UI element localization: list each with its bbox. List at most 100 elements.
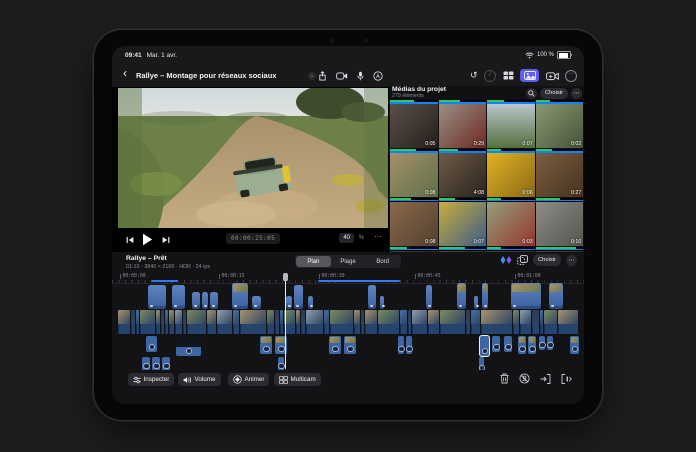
media-thumbnail-rally-car-on-track[interactable]: 0:07 (487, 100, 535, 148)
skip-forward-icon[interactable] (162, 236, 170, 244)
search-icon[interactable] (526, 88, 537, 99)
title-clip[interactable] (457, 283, 466, 309)
voiceover-icon[interactable]: A (373, 71, 383, 81)
camera-record-icon[interactable] (336, 72, 348, 80)
back-button[interactable]: ‹ (123, 66, 127, 80)
storyline-clip[interactable] (365, 310, 377, 334)
title-clip[interactable] (294, 285, 303, 309)
media-thumbnail-green-car[interactable]: 0:02 (536, 100, 584, 148)
share-icon[interactable] (318, 71, 327, 81)
storyline-clip[interactable] (428, 310, 439, 334)
animate-button[interactable]: Animer (228, 373, 269, 386)
media-thumbnail-barn-roof-structure[interactable]: 4:08 (439, 149, 487, 197)
title-clip[interactable] (202, 292, 208, 309)
audio-clip[interactable] (528, 336, 536, 354)
storyline-clip[interactable] (267, 310, 274, 334)
title-clip[interactable] (308, 296, 313, 309)
browser-media-button[interactable] (520, 69, 539, 82)
audio-clip[interactable] (479, 357, 484, 370)
storyline-clip[interactable] (544, 310, 557, 334)
title-clip[interactable] (252, 296, 261, 309)
audio-clip[interactable] (344, 336, 356, 354)
storyline-clip[interactable] (275, 310, 279, 334)
history-undo-icon[interactable]: ↺ (470, 70, 478, 81)
title-clip[interactable] (368, 285, 376, 309)
multiview-icon[interactable] (503, 71, 514, 80)
volume-button[interactable]: Volume (178, 373, 221, 386)
media-thumbnail-garage-wall[interactable]: 0:27 (536, 149, 584, 197)
audio-clip[interactable] (146, 336, 157, 352)
media-thumbnail-rally-car-dirt[interactable]: 0:08 (390, 149, 438, 197)
audio-clip[interactable] (518, 336, 526, 354)
audio-clip[interactable] (539, 336, 545, 350)
title-clip[interactable] (380, 296, 384, 309)
storyline-clip[interactable] (280, 310, 283, 334)
storyline-clip[interactable] (412, 310, 427, 334)
storyline-clip[interactable] (301, 310, 305, 334)
storyline-clip[interactable] (118, 310, 130, 334)
import-camera-icon[interactable] (546, 71, 559, 81)
audio-clip[interactable] (176, 336, 201, 356)
storyline-clip[interactable] (165, 310, 168, 334)
audio-clip[interactable] (398, 336, 404, 354)
connected-storyline-bar[interactable] (151, 280, 178, 282)
playhead-handle[interactable] (283, 273, 288, 281)
storyline-clip[interactable] (240, 310, 266, 334)
microphone-icon[interactable] (357, 71, 364, 81)
storyline-clip[interactable] (481, 310, 512, 334)
title-clip[interactable] (148, 285, 166, 309)
multicam-button[interactable]: Multicam (274, 373, 321, 386)
storyline-clip[interactable] (466, 310, 470, 334)
audio-clip[interactable] (142, 357, 150, 370)
title-clip[interactable] (210, 292, 218, 309)
title-clip[interactable] (426, 285, 432, 309)
storyline-clip[interactable] (175, 310, 182, 334)
title-chevron-icon[interactable]: ⌄ (308, 72, 316, 80)
storyline-clip[interactable] (378, 310, 399, 334)
viewer-zoom-value[interactable]: 40 (339, 233, 354, 243)
title-clip[interactable] (172, 285, 185, 309)
storyline-clip[interactable] (558, 310, 578, 334)
media-thumbnail-engine-parts[interactable]: 0:05 (390, 100, 438, 148)
title-clip[interactable] (232, 283, 248, 309)
audio-clip[interactable] (278, 357, 284, 370)
overwrite-edit-icon[interactable] (561, 374, 572, 384)
title-clip[interactable] (474, 296, 478, 309)
play-button[interactable] (142, 233, 153, 246)
storyline-clip[interactable] (471, 310, 480, 334)
storyline-clip[interactable] (400, 310, 407, 334)
storyline-clip[interactable] (330, 310, 353, 334)
audio-clip[interactable] (152, 357, 160, 370)
title-clip[interactable] (192, 292, 200, 309)
storyline-clip[interactable] (140, 310, 155, 334)
skip-back-icon[interactable] (126, 236, 134, 244)
inspector-button[interactable]: Inspecter (128, 373, 174, 386)
media-more-icon[interactable]: ⋯ (571, 88, 582, 99)
storyline-clip[interactable] (440, 310, 465, 334)
storyline-clip[interactable] (361, 310, 364, 334)
video-viewer[interactable] (118, 88, 388, 228)
audio-clip[interactable] (504, 336, 512, 352)
media-thumbnail-rusty-wall[interactable]: 0:08 (390, 198, 438, 246)
media-choose-button[interactable]: Choisir (540, 88, 568, 99)
storyline-clip[interactable] (187, 310, 206, 334)
storyline-clip[interactable] (306, 310, 323, 334)
audio-clip[interactable] (329, 336, 341, 354)
storyline-clip[interactable] (354, 310, 360, 334)
audio-clip[interactable] (547, 336, 553, 350)
trash-icon[interactable] (500, 373, 509, 384)
storyline-clip[interactable] (207, 310, 216, 334)
audio-clip[interactable] (162, 357, 170, 370)
storyline-clip[interactable] (324, 310, 329, 334)
title-clip[interactable] (286, 296, 292, 309)
storyline-clip[interactable] (513, 310, 519, 334)
storyline-clip[interactable] (233, 310, 239, 334)
audio-clip[interactable] (492, 336, 500, 352)
more-icon[interactable]: ⋯ (565, 70, 577, 82)
storyline-clip[interactable] (520, 310, 531, 334)
storyline-clip[interactable] (408, 310, 411, 334)
storyline-clip[interactable] (540, 310, 543, 334)
title-clip[interactable] (549, 283, 563, 309)
insert-edit-icon[interactable] (540, 374, 551, 384)
storyline-clip[interactable] (161, 310, 164, 334)
